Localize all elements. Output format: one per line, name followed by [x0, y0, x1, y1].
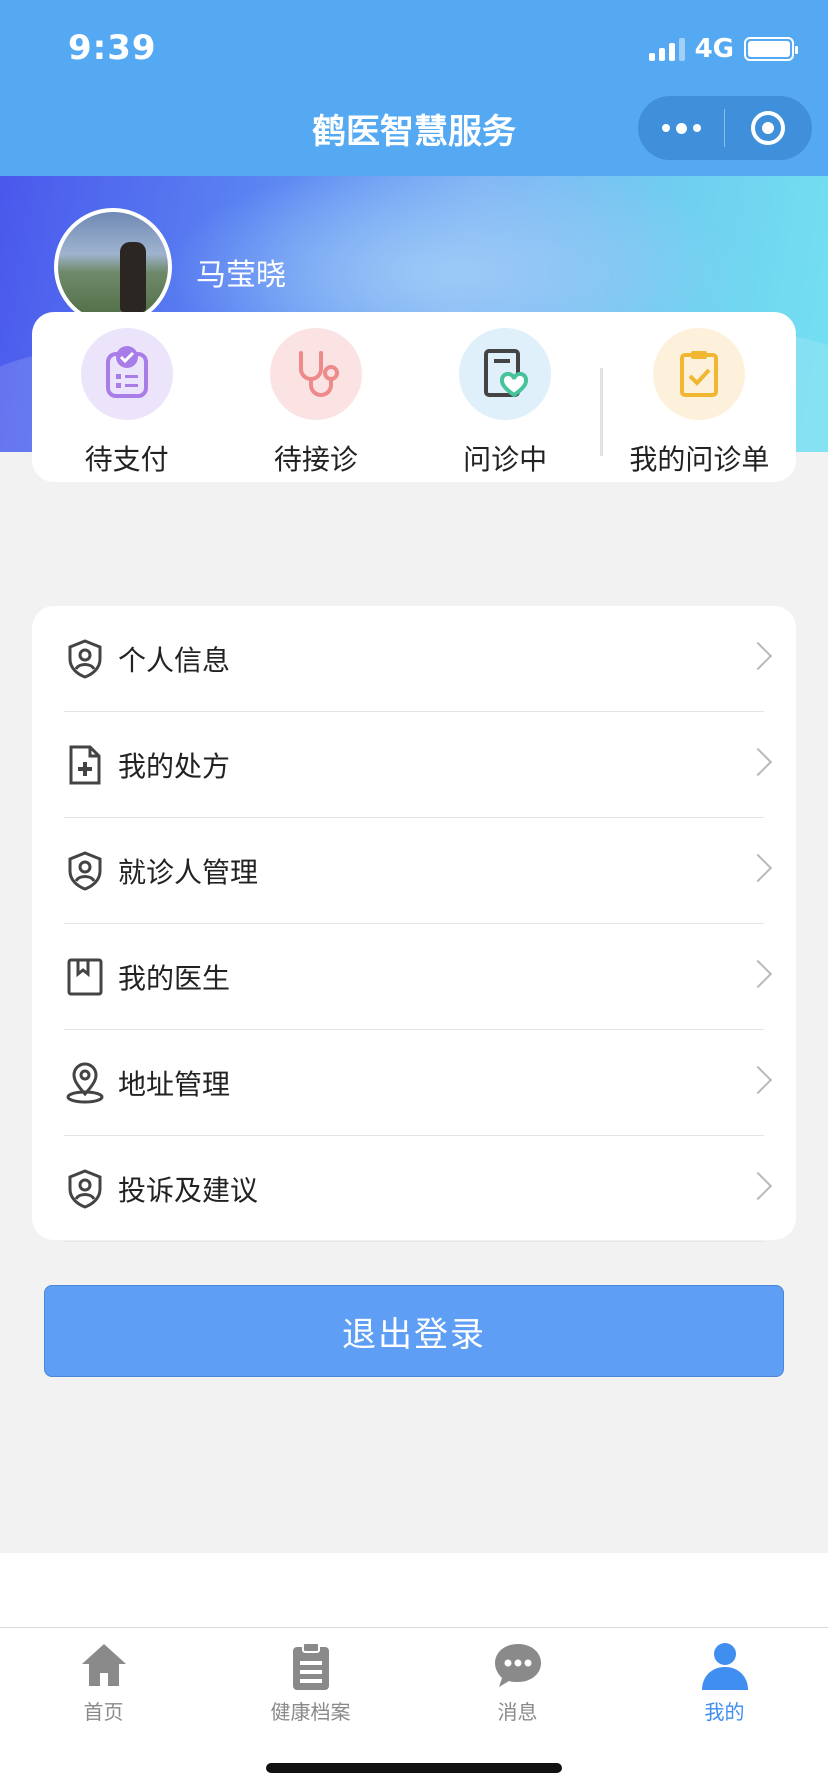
tab-label: 消息: [497, 1700, 538, 1724]
tab-profile[interactable]: 我的: [621, 1628, 828, 1792]
menu-item-my-doctors[interactable]: 我的医生: [64, 924, 773, 1030]
home-icon: [81, 1644, 126, 1686]
status-time: 9:39: [68, 28, 157, 68]
chat-bubble-icon: [494, 1644, 541, 1687]
tab-home[interactable]: 首页: [0, 1628, 207, 1792]
user-icon: [701, 1643, 748, 1690]
tab-label: 我的: [704, 1700, 745, 1724]
order-label: 问诊中: [463, 443, 548, 476]
location-pin-icon: [64, 1062, 106, 1104]
battery-icon: [744, 37, 798, 61]
menu-item-address[interactable]: 地址管理: [64, 1030, 773, 1136]
order-label: 我的问诊单: [629, 443, 770, 476]
menu-item-personal-info[interactable]: 个人信息: [64, 606, 773, 712]
order-awaiting-consult[interactable]: 待接诊: [221, 328, 410, 478]
menu-label: 投诉及建议: [118, 1173, 259, 1207]
username: 马莹晓: [196, 258, 286, 293]
order-label: 待支付: [84, 443, 169, 476]
chevron-right-icon: [743, 641, 773, 671]
menu-item-prescriptions[interactable]: 我的处方: [64, 712, 773, 818]
order-in-consultation[interactable]: 问诊中: [411, 328, 600, 478]
network-type: 4G: [694, 34, 734, 64]
menu-item-feedback[interactable]: 投诉及建议: [64, 1136, 773, 1242]
chevron-right-icon: [743, 1065, 773, 1095]
menu-label: 地址管理: [118, 1067, 231, 1101]
order-status-card: 待支付 待接诊 问诊中 我的问诊单: [32, 312, 796, 482]
menu-label: 我的处方: [118, 749, 231, 783]
stethoscope-icon: [269, 328, 362, 420]
avatar[interactable]: [54, 208, 172, 326]
more-dots-icon[interactable]: [638, 122, 724, 134]
menu-list: 个人信息 我的处方 就诊人管理 我的医生 地址管理 投诉及建议: [32, 606, 796, 1242]
order-label: 待接诊: [273, 443, 358, 476]
logout-button[interactable]: 退出登录: [44, 1285, 784, 1377]
order-my-consultations[interactable]: 我的问诊单: [603, 328, 796, 478]
clipboard-icon: [292, 1642, 329, 1690]
chevron-right-icon: [743, 1171, 773, 1201]
chevron-right-icon: [743, 959, 773, 989]
menu-item-patient-management[interactable]: 就诊人管理: [64, 818, 773, 924]
menu-label: 就诊人管理: [118, 855, 259, 889]
home-indicator: [266, 1763, 562, 1773]
order-pending-payment[interactable]: 待支付: [32, 328, 221, 478]
shield-person-icon: [64, 850, 106, 892]
document-plus-icon: [64, 744, 106, 786]
signal-icon: [648, 37, 685, 61]
shield-person-icon: [64, 638, 106, 680]
payment-clipboard-icon: [80, 328, 173, 420]
shield-person-icon: [64, 1168, 106, 1210]
status-indicators: 4G: [648, 34, 798, 64]
checklist-clipboard-icon: [653, 328, 746, 420]
menu-label: 我的医生: [118, 961, 231, 995]
miniprogram-capsule: [638, 96, 812, 160]
menu-label: 个人信息: [118, 643, 231, 677]
bookmark-icon: [64, 956, 106, 998]
top-bar: 9:39 4G 鹤医智慧服务: [0, 0, 828, 176]
heart-document-icon: [459, 328, 552, 420]
target-circle-icon[interactable]: [725, 111, 811, 145]
tab-label: 首页: [83, 1700, 124, 1724]
tab-label: 健康档案: [270, 1700, 351, 1724]
chevron-right-icon: [743, 747, 773, 777]
chevron-right-icon: [743, 853, 773, 883]
